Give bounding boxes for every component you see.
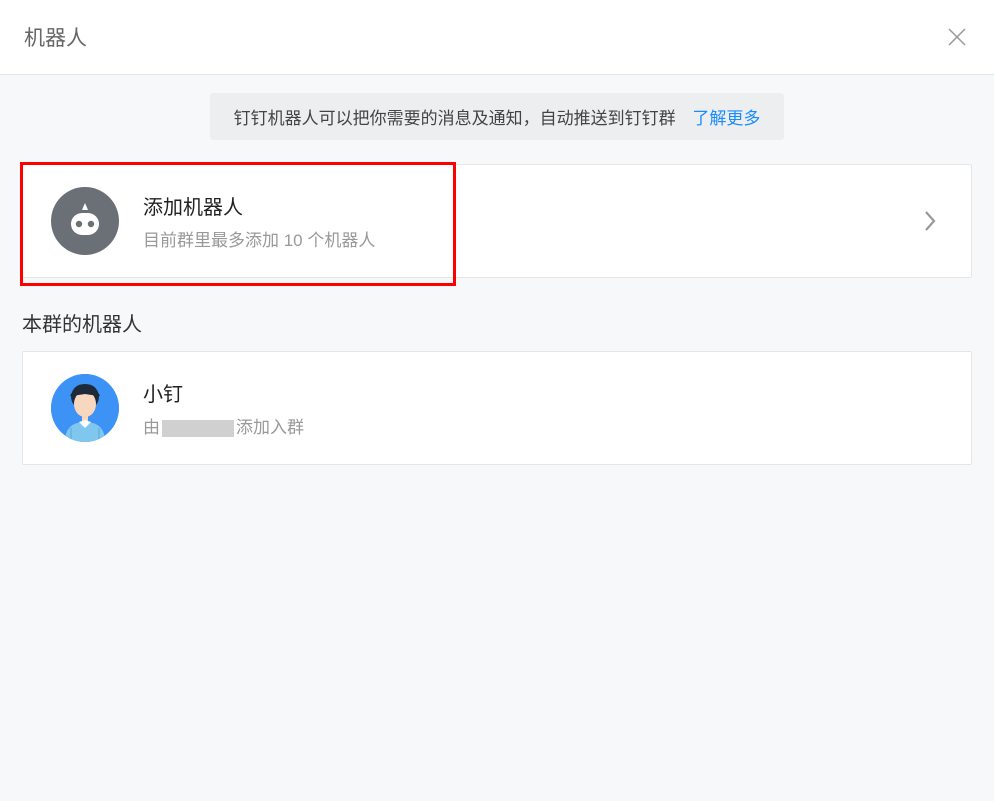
robot-item-name: 小钉 [143, 378, 943, 407]
robot-item-added-by: 由 添加入群 [143, 413, 943, 438]
section-title: 本群的机器人 [22, 308, 972, 337]
robot-item-avatar [51, 374, 119, 442]
add-robot-title: 添加机器人 [143, 191, 923, 220]
added-by-prefix: 由 [143, 418, 160, 437]
added-by-redacted [162, 420, 234, 437]
add-robot-card[interactable]: 添加机器人 目前群里最多添加 10 个机器人 [22, 164, 972, 278]
learn-more-link[interactable]: 了解更多 [692, 109, 760, 128]
dialog-title: 机器人 [24, 22, 87, 52]
add-robot-subtitle: 目前群里最多添加 10 个机器人 [143, 226, 923, 251]
added-by-suffix: 添加入群 [236, 418, 304, 437]
banner-text: 钉钉机器人可以把你需要的消息及通知，自动推送到钉钉群 [234, 109, 676, 128]
robot-avatar-icon [51, 187, 119, 255]
add-robot-body: 添加机器人 目前群里最多添加 10 个机器人 [143, 191, 923, 251]
robot-item-body: 小钉 由 添加入群 [143, 378, 943, 438]
chevron-right-icon [923, 211, 943, 231]
info-banner: 钉钉机器人可以把你需要的消息及通知，自动推送到钉钉群 了解更多 [210, 93, 785, 140]
robot-list-item[interactable]: 小钉 由 添加入群 [22, 351, 972, 465]
dialog-content: 钉钉机器人可以把你需要的消息及通知，自动推送到钉钉群 了解更多 添加机器人 目前… [0, 75, 994, 801]
close-icon[interactable] [944, 24, 970, 50]
dialog-header: 机器人 [0, 0, 994, 75]
